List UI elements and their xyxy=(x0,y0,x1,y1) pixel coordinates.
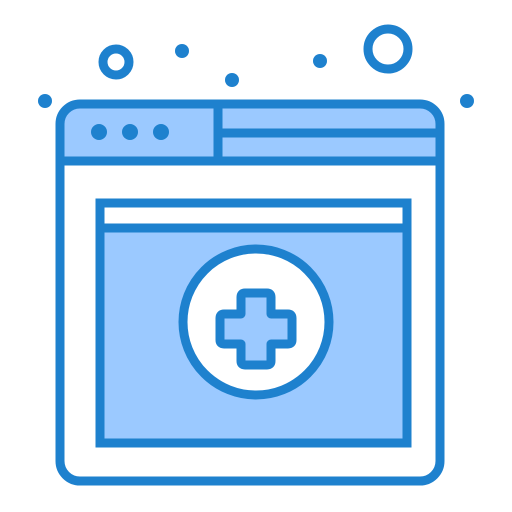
dot xyxy=(225,73,239,87)
dot xyxy=(38,94,52,108)
window-dot xyxy=(91,124,107,140)
medical-browser-window-icon xyxy=(38,24,474,486)
dot xyxy=(460,94,474,108)
window-dot xyxy=(122,124,138,140)
decorative-bubbles xyxy=(38,24,474,108)
bubble-small-outline xyxy=(98,44,134,80)
icon-canvas xyxy=(0,0,512,512)
window-dot xyxy=(153,124,169,140)
dot xyxy=(175,44,189,58)
bubble-large-outline xyxy=(363,24,413,74)
dot xyxy=(313,54,327,68)
medical-cross-badge xyxy=(178,244,334,400)
